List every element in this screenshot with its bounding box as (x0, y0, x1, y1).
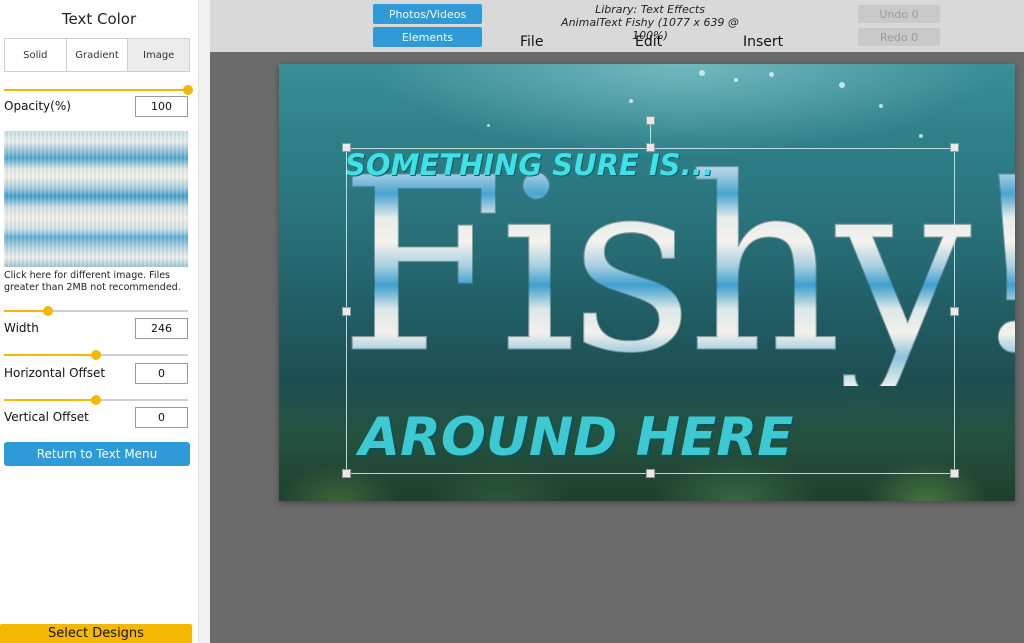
width-slider[interactable] (4, 306, 188, 316)
text-color-panel: Text Color Solid Gradient Image Opacity(… (0, 0, 198, 643)
horizontal-offset-input[interactable] (135, 363, 188, 384)
photos-videos-button[interactable]: Photos/Videos (373, 4, 482, 24)
width-slider-fill (4, 310, 49, 312)
horizontal-offset-slider-fill (4, 354, 96, 356)
vertical-offset-slider[interactable] (4, 395, 188, 405)
top-toolbar: Photos/Videos Elements Library: Text Eff… (210, 0, 1024, 52)
library-name: Library: Text Effects (595, 3, 705, 16)
select-designs-button[interactable]: Select Designs (0, 624, 192, 643)
menu-file[interactable]: File (520, 34, 543, 50)
opacity-label: Opacity(%) (4, 99, 71, 113)
width-label: Width (4, 321, 39, 335)
vertical-offset-slider-knob[interactable] (91, 395, 101, 405)
bubble (769, 72, 774, 77)
return-to-text-menu-button[interactable]: Return to Text Menu (4, 442, 190, 466)
menu-edit[interactable]: Edit (635, 34, 662, 50)
rotate-handle[interactable] (646, 116, 655, 125)
opacity-slider[interactable] (4, 85, 193, 95)
bubble (629, 99, 633, 103)
resize-handle-top-left[interactable] (342, 143, 351, 152)
fill-type-tabs: Solid Gradient Image (4, 38, 190, 72)
sidebar-scrollbar[interactable] (198, 0, 210, 643)
vertical-offset-input[interactable] (135, 407, 188, 428)
bubble (734, 78, 738, 82)
bubble (879, 104, 883, 108)
vertical-offset-slider-fill (4, 399, 96, 401)
tab-gradient[interactable]: Gradient (66, 39, 129, 71)
horizontal-offset-slider[interactable] (4, 350, 188, 360)
opacity-input[interactable] (135, 96, 188, 117)
menu-insert[interactable]: Insert (743, 34, 783, 50)
horizontal-offset-label: Horizontal Offset (4, 366, 106, 380)
panel-title: Text Color (61, 10, 137, 28)
undo-button[interactable]: Undo 0 (858, 5, 940, 23)
elements-button[interactable]: Elements (373, 27, 482, 47)
bubble (699, 70, 705, 76)
bubble (839, 82, 845, 88)
texture-image-swatch[interactable] (4, 131, 188, 267)
resize-handle-left[interactable] (342, 307, 351, 316)
swatch-help-text: Click here for different image. Files gr… (4, 270, 181, 293)
horizontal-offset-slider-knob[interactable] (91, 350, 101, 360)
selection-box (346, 148, 955, 474)
vertical-offset-label: Vertical Offset (4, 410, 89, 424)
tab-image[interactable]: Image (128, 39, 190, 71)
resize-handle-bottom[interactable] (646, 469, 655, 478)
opacity-slider-knob[interactable] (183, 85, 193, 95)
resize-handle-top-right[interactable] (950, 143, 959, 152)
resize-handle-bottom-left[interactable] (342, 469, 351, 478)
width-input[interactable] (135, 318, 188, 339)
opacity-slider-fill (4, 89, 188, 91)
tab-solid[interactable]: Solid (5, 39, 67, 71)
resize-handle-bottom-right[interactable] (950, 469, 959, 478)
resize-handle-top[interactable] (646, 143, 655, 152)
resize-handle-right[interactable] (950, 307, 959, 316)
width-slider-knob[interactable] (43, 306, 54, 316)
design-canvas[interactable]: Fishy! SOMETHING SURE IS... AROUND HERE (279, 64, 1015, 501)
redo-button[interactable]: Redo 0 (858, 28, 940, 46)
